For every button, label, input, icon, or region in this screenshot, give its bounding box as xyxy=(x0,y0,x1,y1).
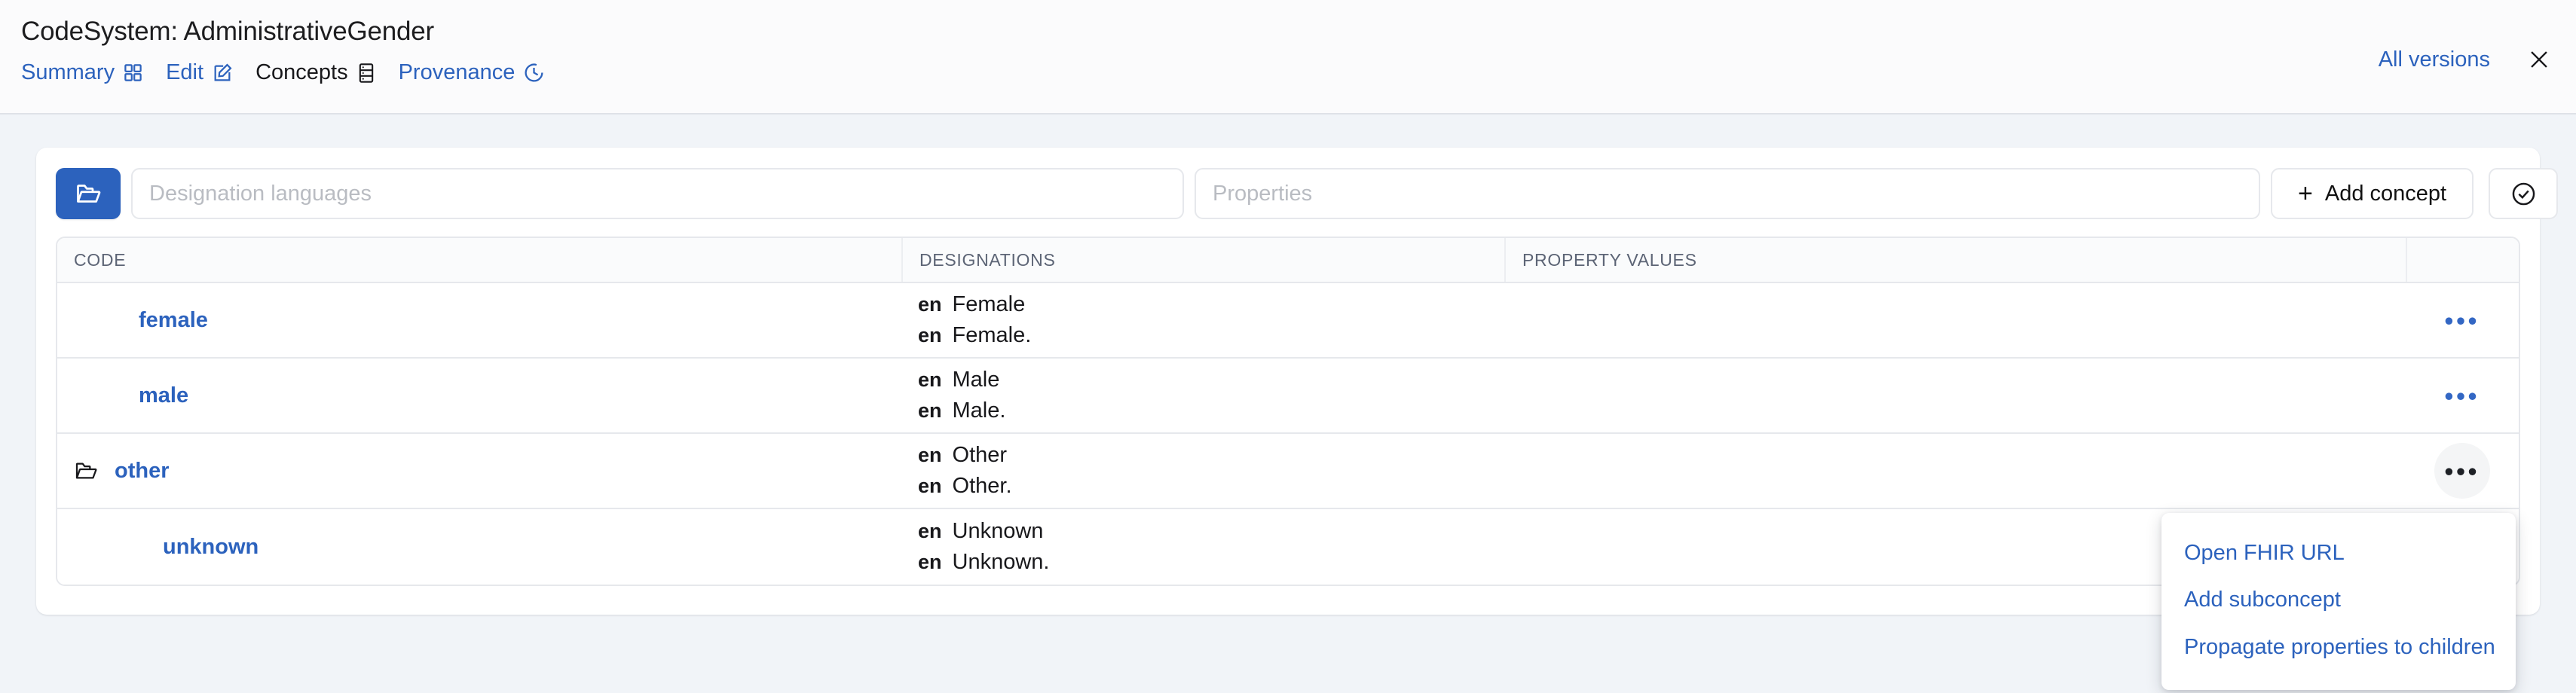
designation-language: en xyxy=(918,551,942,573)
designation-language: en xyxy=(918,444,942,466)
designation-text: Male. xyxy=(952,398,1006,423)
concept-code-link[interactable]: unknown xyxy=(163,535,259,560)
cell-code: other xyxy=(57,434,901,508)
cell-property-values xyxy=(1504,359,2406,432)
ellipsis-icon[interactable]: ••• xyxy=(2434,443,2490,499)
list-icon xyxy=(356,63,376,84)
tab-provenance[interactable]: Provenance xyxy=(399,60,546,85)
grid-icon xyxy=(123,63,143,83)
properties-input[interactable] xyxy=(1195,168,2260,219)
concepts-table: CODE DESIGNATIONS PROPERTY VALUES female… xyxy=(56,237,2520,586)
cell-actions: ••• xyxy=(2406,283,2519,357)
designation-entry: en Male xyxy=(918,368,999,392)
tab-provenance-label: Provenance xyxy=(398,60,516,84)
concepts-toolbar: + Add concept xyxy=(56,167,2559,220)
designation-text: Unknown xyxy=(952,519,1044,543)
designation-entry: en Other xyxy=(918,443,1007,468)
concept-code-link[interactable]: male xyxy=(139,383,188,408)
designation-entry: en Unknown. xyxy=(918,550,1049,575)
cell-designations: en Male en Male. xyxy=(901,359,1504,432)
column-header-property-values: PROPERTY VALUES xyxy=(1504,238,2406,282)
plus-icon: + xyxy=(2298,179,2313,208)
designation-language: en xyxy=(918,293,942,316)
cell-code: female xyxy=(57,283,901,357)
page-title: CodeSystem: AdministrativeGender xyxy=(21,17,435,46)
designation-entry: en Female. xyxy=(918,323,1031,348)
table-header-row: CODE DESIGNATIONS PROPERTY VALUES xyxy=(57,238,2519,283)
tab-concepts-label: Concepts xyxy=(255,60,348,84)
designation-text: Other xyxy=(952,443,1008,467)
clock-icon xyxy=(523,62,545,84)
header-actions: All versions xyxy=(2379,44,2555,75)
cell-actions: ••• xyxy=(2406,359,2519,432)
designation-text: Unknown. xyxy=(952,550,1050,574)
concept-code-link[interactable]: female xyxy=(139,308,208,333)
designation-language: en xyxy=(918,399,942,422)
close-icon[interactable] xyxy=(2523,44,2555,75)
cell-code: unknown xyxy=(57,509,901,585)
concept-context-menu: Open FHIR URL Add subconcept Propagate p… xyxy=(2161,513,2516,690)
table-row[interactable]: unknown en Unknown en Unknown. ••• xyxy=(57,509,2519,585)
designation-language: en xyxy=(918,368,942,391)
cell-property-values xyxy=(1504,434,2406,508)
cell-actions: ••• xyxy=(2406,434,2519,508)
cell-designations: en Female en Female. xyxy=(901,283,1504,357)
tab-concepts[interactable]: Concepts xyxy=(255,60,376,85)
designation-language: en xyxy=(918,324,942,346)
table-row[interactable]: male en Male en Male. ••• xyxy=(57,359,2519,434)
all-versions-link[interactable]: All versions xyxy=(2379,47,2490,72)
pencil-icon xyxy=(212,63,233,84)
column-header-code: CODE xyxy=(74,249,127,270)
ellipsis-icon[interactable]: ••• xyxy=(2434,368,2490,423)
tab-edit[interactable]: Edit xyxy=(166,60,233,85)
menu-item-propagate-properties[interactable]: Propagate properties to children xyxy=(2161,624,2516,670)
cell-designations: en Unknown en Unknown. xyxy=(901,509,1504,585)
page-header: CodeSystem: AdministrativeGender Summary… xyxy=(0,0,2576,114)
concept-code-link[interactable]: other xyxy=(115,459,170,484)
designation-entry: en Female xyxy=(918,292,1025,317)
table-row[interactable]: other en Other en Other. ••• xyxy=(57,434,2519,509)
add-concept-button[interactable]: + Add concept xyxy=(2271,168,2474,219)
designation-text: Other. xyxy=(952,474,1012,498)
folder-open-icon[interactable] xyxy=(74,459,98,483)
menu-item-open-fhir-url[interactable]: Open FHIR URL xyxy=(2161,530,2516,576)
column-header-designations: DESIGNATIONS xyxy=(901,238,1504,282)
designation-text: Male xyxy=(952,368,1000,392)
designation-languages-input[interactable] xyxy=(131,168,1184,219)
ellipsis-icon[interactable]: ••• xyxy=(2434,292,2490,348)
table-row[interactable]: female en Female en Female. ••• xyxy=(57,283,2519,359)
designation-entry: en Unknown xyxy=(918,519,1043,544)
column-header-actions xyxy=(2406,238,2519,282)
add-concept-label: Add concept xyxy=(2324,181,2447,206)
folder-open-icon[interactable] xyxy=(56,168,121,219)
check-circle-icon[interactable] xyxy=(2489,168,2559,219)
tab-summary-label: Summary xyxy=(21,60,115,84)
resource-nav-tabs: Summary Edit Concepts Provenance xyxy=(21,60,568,85)
cell-property-values xyxy=(1504,283,2406,357)
designation-text: Female. xyxy=(952,323,1032,347)
tab-edit-label: Edit xyxy=(166,60,204,84)
cell-designations: en Other en Other. xyxy=(901,434,1504,508)
tab-summary[interactable]: Summary xyxy=(21,60,143,85)
cell-code: male xyxy=(57,359,901,432)
menu-item-add-subconcept[interactable]: Add subconcept xyxy=(2161,576,2516,623)
designation-text: Female xyxy=(952,292,1026,316)
designation-entry: en Other. xyxy=(918,474,1012,499)
designation-language: en xyxy=(918,520,942,542)
designation-entry: en Male. xyxy=(918,398,1005,423)
designation-language: en xyxy=(918,475,942,497)
